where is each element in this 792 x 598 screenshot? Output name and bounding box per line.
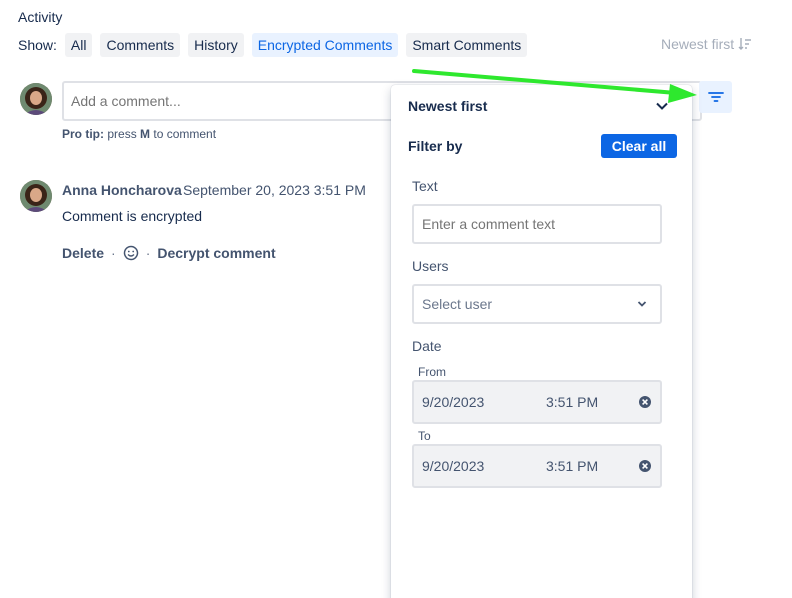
- annotation-arrow: [412, 69, 697, 103]
